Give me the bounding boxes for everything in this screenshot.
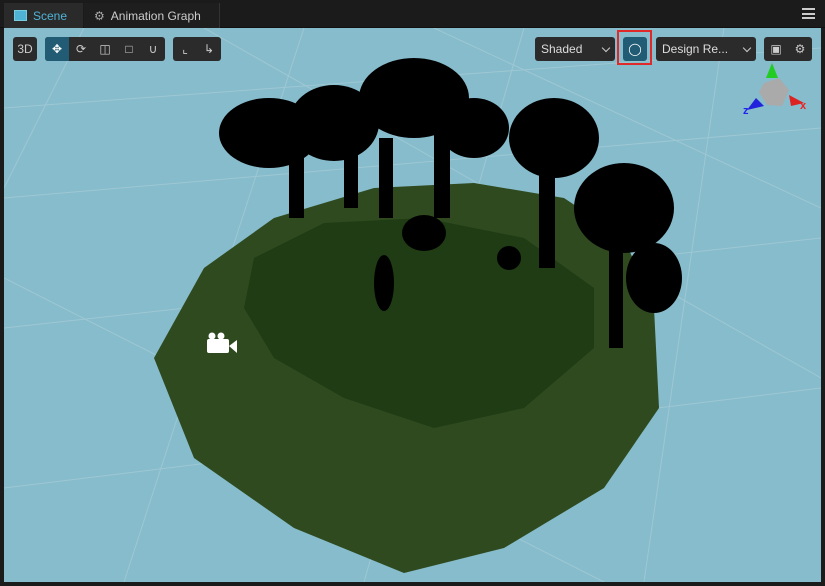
tab-label: Scene (33, 8, 68, 23)
rotate-tool-button[interactable]: ⟳ (69, 37, 93, 61)
scene-camera-icon[interactable]: ▣ (764, 37, 788, 61)
light-toggle-button[interactable]: ◯ (623, 37, 647, 61)
shading-value: Shaded (541, 42, 583, 56)
mode-toggle-group: 3D (13, 37, 37, 61)
scene-icon (14, 10, 27, 21)
resolution-value: Design Re... (662, 42, 729, 56)
panel-menu-icon[interactable] (802, 8, 815, 19)
move-tool-button[interactable]: ✥ (45, 37, 69, 61)
coordinate-tool-group: ⌞ ↳ (173, 37, 221, 61)
scene-viewport[interactable]: x z 3D ✥ ⟳ ◫ □ ∪ ⌞ ↳ Shaded ◯ Design Re.… (4, 28, 821, 582)
tab-scene[interactable]: Scene (4, 3, 83, 28)
scale-tool-button[interactable]: ◫ (93, 37, 117, 61)
rect-tool-button[interactable]: □ (117, 37, 141, 61)
shading-dropdown[interactable]: Shaded (535, 37, 615, 61)
orientation-gizmo[interactable]: x z (743, 63, 807, 117)
scene-render: x z (4, 28, 821, 582)
snap-tool-button[interactable]: ∪ (141, 37, 165, 61)
pivot-button[interactable]: ⌞ (173, 37, 197, 61)
tab-label: Animation Graph (110, 8, 201, 23)
camera-settings-group: ▣ ⚙ (764, 37, 812, 61)
tab-animation-graph[interactable]: ⚙ Animation Graph (84, 3, 220, 28)
transform-tool-group: ✥ ⟳ ◫ □ ∪ (45, 37, 165, 61)
3d-toggle-button[interactable]: 3D (13, 37, 37, 61)
gizmo-z-label: z (743, 105, 749, 117)
animation-graph-icon: ⚙ (94, 8, 105, 23)
chevron-down-icon (742, 43, 752, 52)
chevron-down-icon (601, 43, 611, 52)
resolution-dropdown[interactable]: Design Re... (656, 37, 756, 61)
global-local-button[interactable]: ↳ (197, 37, 221, 61)
gear-icon[interactable]: ⚙ (788, 37, 812, 61)
gizmo-x-label: x (800, 100, 807, 112)
lightbulb-icon: ◯ (623, 37, 647, 61)
tab-bar: Scene ⚙ Animation Graph (0, 0, 825, 28)
